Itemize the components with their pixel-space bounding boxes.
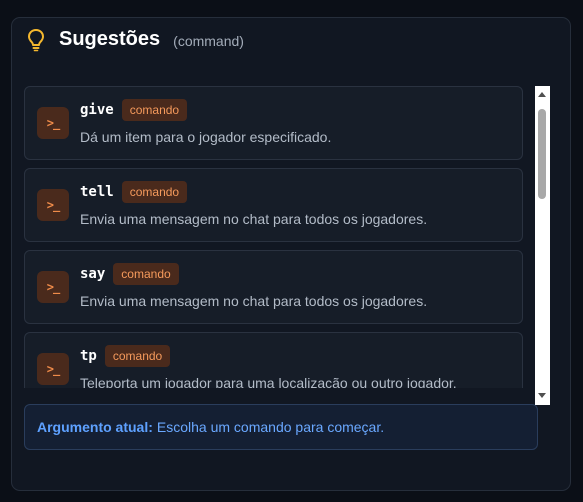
terminal-icon: >_ bbox=[37, 271, 69, 303]
current-argument-text: Escolha um comando para começar. bbox=[156, 419, 385, 435]
command-description: Envia uma mensagem no chat para todos os… bbox=[80, 293, 428, 309]
panel-header: Sugestões (command) bbox=[25, 25, 244, 55]
command-description: Dá um item para o jogador especificado. bbox=[80, 129, 332, 145]
command-badge: comando bbox=[104, 345, 171, 367]
suggestion-list: >_ give comando Dá um item para o jogado… bbox=[24, 68, 523, 388]
terminal-icon: >_ bbox=[37, 107, 69, 139]
terminal-icon: >_ bbox=[37, 189, 69, 221]
command-description: Envia uma mensagem no chat para todos os… bbox=[80, 211, 428, 227]
command-description: Teleporta um jogador para uma localizaçã… bbox=[80, 375, 457, 388]
terminal-icon: >_ bbox=[37, 353, 69, 385]
suggestion-item-say[interactable]: >_ say comando Envia uma mensagem no cha… bbox=[24, 250, 523, 324]
suggestion-item-tell[interactable]: >_ tell comando Envia uma mensagem no ch… bbox=[24, 168, 523, 242]
command-badge: comando bbox=[121, 181, 188, 203]
command-name: tp bbox=[80, 348, 97, 364]
command-badge: comando bbox=[113, 263, 179, 285]
command-name: say bbox=[80, 266, 106, 282]
panel-title: Sugestões bbox=[59, 28, 161, 50]
suggestion-list-scrollbar[interactable] bbox=[535, 86, 550, 405]
current-argument-box: Argumento atual: Escolha um comando para… bbox=[24, 404, 538, 450]
panel-subtitle: (command) bbox=[173, 32, 244, 49]
suggestion-item-tp[interactable]: >_ tp comando Teleporta um jogador para … bbox=[24, 332, 523, 388]
scroll-down-arrow-icon[interactable] bbox=[538, 393, 546, 398]
lightbulb-icon bbox=[25, 27, 47, 53]
suggestion-item-give[interactable]: >_ give comando Dá um item para o jogado… bbox=[24, 86, 523, 160]
scroll-up-arrow-icon[interactable] bbox=[538, 92, 546, 97]
scrollbar-thumb[interactable] bbox=[538, 109, 546, 199]
command-name: tell bbox=[80, 184, 114, 200]
command-name: give bbox=[80, 102, 114, 118]
current-argument-label: Argumento atual: bbox=[37, 419, 153, 435]
command-badge: comando bbox=[121, 99, 188, 121]
